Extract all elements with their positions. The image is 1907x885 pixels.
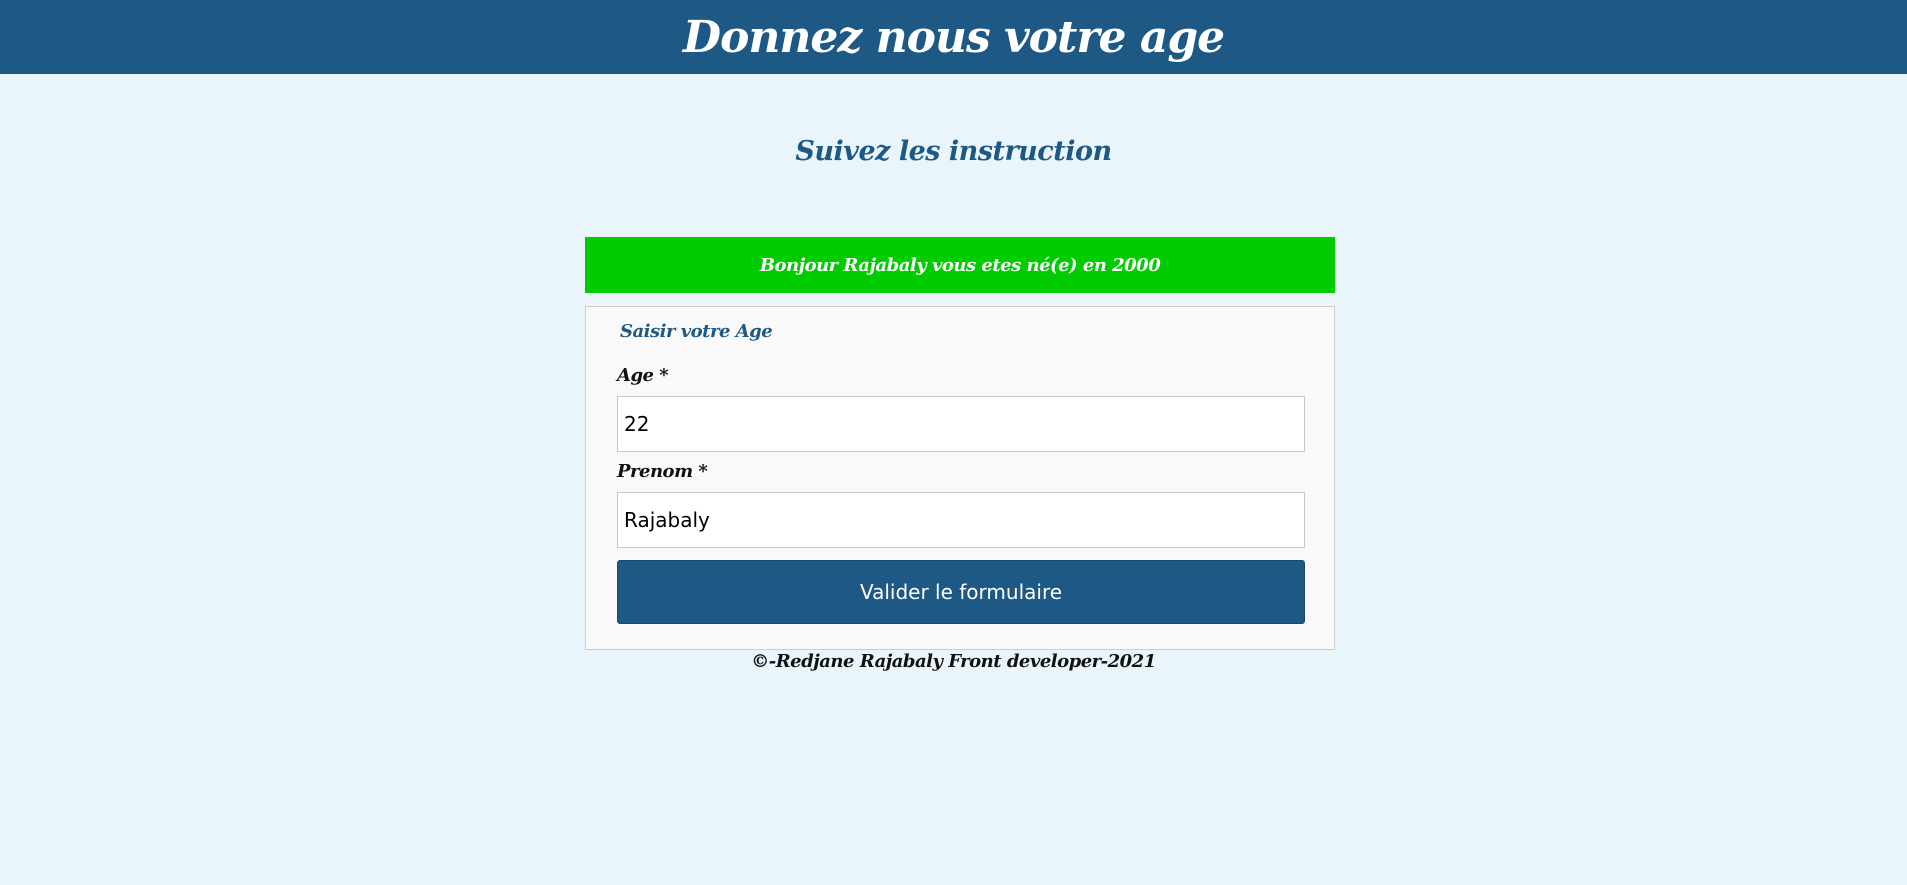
age-form: Saisir votre Age Age * Prenom * Valider … (585, 306, 1335, 650)
footer-credit: ©-Redjane Rajabaly Front developer-2021 (751, 651, 1156, 672)
prenom-input[interactable] (617, 492, 1305, 548)
page-title: Donnez nous votre age (682, 11, 1225, 63)
form-legend: Saisir votre Age (620, 321, 773, 342)
success-alert-message: Bonjour Rajabaly vous etes né(e) en 2000 (759, 254, 1161, 276)
page-header: Donnez nous votre age (0, 0, 1907, 74)
instructions-subtitle: Suivez les instruction (795, 136, 1112, 167)
submit-button[interactable]: Valider le formulaire (617, 560, 1305, 624)
success-alert: Bonjour Rajabaly vous etes né(e) en 2000 (585, 237, 1335, 293)
prenom-label: Prenom * (617, 461, 708, 482)
age-input[interactable] (617, 396, 1305, 452)
age-label: Age * (617, 365, 669, 386)
